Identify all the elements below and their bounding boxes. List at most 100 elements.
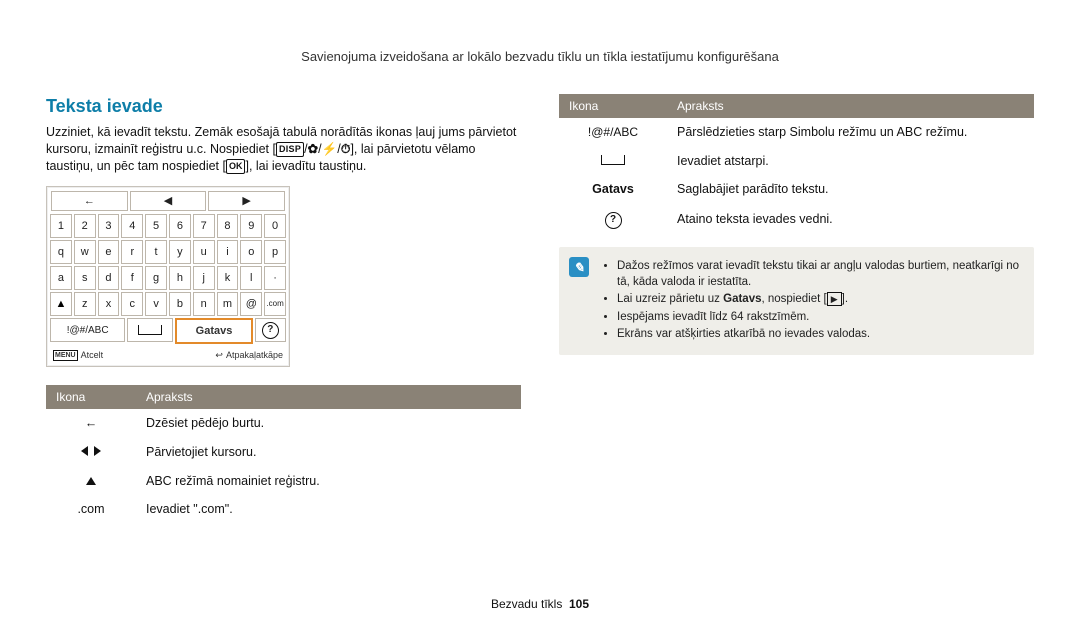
kb-back-icon: ↩: [215, 349, 223, 361]
key-n[interactable]: n: [193, 292, 215, 316]
key-done[interactable]: Gatavs: [175, 318, 252, 344]
page-title: Teksta ievade: [46, 94, 521, 118]
key-q[interactable]: q: [50, 240, 72, 264]
spacebar-icon: [138, 325, 162, 335]
key-com[interactable]: .com: [264, 292, 286, 316]
key-u[interactable]: u: [193, 240, 215, 264]
disp-icon: DISP: [276, 142, 304, 157]
key-5[interactable]: 5: [145, 214, 167, 238]
play-icon: ▶: [827, 292, 842, 306]
arrow-up-icon: [86, 477, 96, 485]
key-b[interactable]: b: [169, 292, 191, 316]
key-x[interactable]: x: [98, 292, 120, 316]
table-row: .comIevadiet ".com".: [46, 495, 521, 524]
key-3[interactable]: 3: [98, 214, 120, 238]
key-i[interactable]: i: [217, 240, 239, 264]
flash-icon: ⚡: [322, 142, 338, 156]
note-badge-icon: ✎: [569, 257, 589, 277]
key-k[interactable]: k: [217, 266, 239, 290]
key-1[interactable]: 1: [50, 214, 72, 238]
key-f[interactable]: f: [121, 266, 143, 290]
spacebar-icon: [601, 155, 625, 165]
help-icon: ?: [262, 322, 279, 339]
th-icon: Ikona: [559, 94, 667, 118]
key-dot[interactable]: ·: [264, 266, 286, 290]
key-8[interactable]: 8: [217, 214, 239, 238]
arrow-left-icon: [81, 446, 88, 456]
key-help[interactable]: ?: [255, 318, 286, 342]
key-s[interactable]: s: [74, 266, 96, 290]
intro-text: Uzziniet, kā ievadīt tekstu. Zemāk esoša…: [46, 124, 521, 175]
key-4[interactable]: 4: [121, 214, 143, 238]
cell-desc: Pārslēdzieties starp Simbolu režīmu un A…: [667, 118, 1034, 147]
note-bullet: Iespējams ievadīt līdz 64 rakstzīmēm.: [617, 310, 1022, 326]
key-space[interactable]: [127, 318, 173, 342]
note-box: ✎ Dažos režīmos varat ievadīt tekstu tik…: [559, 247, 1034, 355]
key-6[interactable]: 6: [169, 214, 191, 238]
cell-desc: Ataino teksta ievades vedni.: [667, 204, 1034, 235]
key-y[interactable]: y: [169, 240, 191, 264]
key-g[interactable]: g: [145, 266, 167, 290]
key-v[interactable]: v: [145, 292, 167, 316]
ok-icon: OK: [226, 159, 246, 174]
key-d[interactable]: d: [98, 266, 120, 290]
breadcrumb: Savienojuma izveidošana ar lokālo bezvad…: [46, 48, 1034, 66]
cell-desc: Ievadiet atstarpi.: [667, 147, 1034, 176]
key-backspace[interactable]: ←: [51, 191, 128, 211]
done-icon: Gatavs: [559, 175, 667, 204]
th-desc: Apraksts: [136, 385, 521, 409]
key-l[interactable]: l: [240, 266, 262, 290]
key-z[interactable]: z: [74, 292, 96, 316]
key-shift[interactable]: ▲: [50, 292, 72, 316]
cell-desc: ABC režīmā nomainiet reģistru.: [136, 467, 521, 496]
onscreen-keyboard: ← ◀ ▶ 1234567890 qwertyuiop asdfghjkl·: [46, 186, 290, 366]
cell-desc: Saglabājiet parādīto tekstu.: [667, 175, 1034, 204]
key-left[interactable]: ◀: [130, 191, 207, 211]
icon-table-right: Ikona Apraksts !@#/ABCPārslēdzieties sta…: [559, 94, 1034, 236]
th-desc: Apraksts: [667, 94, 1034, 118]
key-w[interactable]: w: [74, 240, 96, 264]
cell-desc: Ievadiet ".com".: [136, 495, 521, 524]
com-icon: .com: [46, 495, 136, 524]
cell-desc: Pārvietojiet kursoru.: [136, 438, 521, 467]
key-7[interactable]: 7: [193, 214, 215, 238]
arrow-right-icon: [94, 446, 101, 456]
key-e[interactable]: e: [98, 240, 120, 264]
note-bullet: Ekrāns var atšķirties atkarībā no ievade…: [617, 327, 1022, 343]
table-row: ABC režīmā nomainiet reģistru.: [46, 467, 521, 496]
mode-icon: !@#/ABC: [559, 118, 667, 147]
key-j[interactable]: j: [193, 266, 215, 290]
menu-icon: MENU: [53, 350, 78, 361]
backspace-icon: ←: [85, 416, 98, 430]
page-footer: Bezvadu tīkls 105: [0, 596, 1080, 612]
key-t[interactable]: t: [145, 240, 167, 264]
key-mode[interactable]: !@#/ABC: [50, 318, 125, 342]
help-icon: ?: [605, 212, 622, 229]
table-row: Ievadiet atstarpi.: [559, 147, 1034, 176]
key-c[interactable]: c: [121, 292, 143, 316]
table-row: ? Ataino teksta ievades vedni.: [559, 204, 1034, 235]
key-0[interactable]: 0: [264, 214, 286, 238]
icon-table-left: Ikona Apraksts ← Dzēsiet pēdējo burtu. Pā…: [46, 385, 521, 525]
key-r[interactable]: r: [121, 240, 143, 264]
key-o[interactable]: o: [240, 240, 262, 264]
timer-icon: ⏱: [341, 142, 351, 156]
key-2[interactable]: 2: [74, 214, 96, 238]
cell-desc: Dzēsiet pēdējo burtu.: [136, 409, 521, 438]
th-icon: Ikona: [46, 385, 136, 409]
key-right[interactable]: ▶: [208, 191, 285, 211]
key-a[interactable]: a: [50, 266, 72, 290]
key-9[interactable]: 9: [240, 214, 262, 238]
key-p[interactable]: p: [264, 240, 286, 264]
table-row: GatavsSaglabājiet parādīto tekstu.: [559, 175, 1034, 204]
key-m[interactable]: m: [217, 292, 239, 316]
macro-icon: ✿: [308, 142, 318, 156]
key-at[interactable]: @: [240, 292, 262, 316]
table-row: ← Dzēsiet pēdējo burtu.: [46, 409, 521, 438]
kb-back-label: Atpakaļatkāpe: [226, 349, 283, 361]
key-h[interactable]: h: [169, 266, 191, 290]
table-row: Pārvietojiet kursoru.: [46, 438, 521, 467]
note-bullet: Dažos režīmos varat ievadīt tekstu tikai…: [617, 259, 1022, 290]
table-row: !@#/ABCPārslēdzieties starp Simbolu režī…: [559, 118, 1034, 147]
kb-cancel-label: Atcelt: [81, 349, 104, 361]
